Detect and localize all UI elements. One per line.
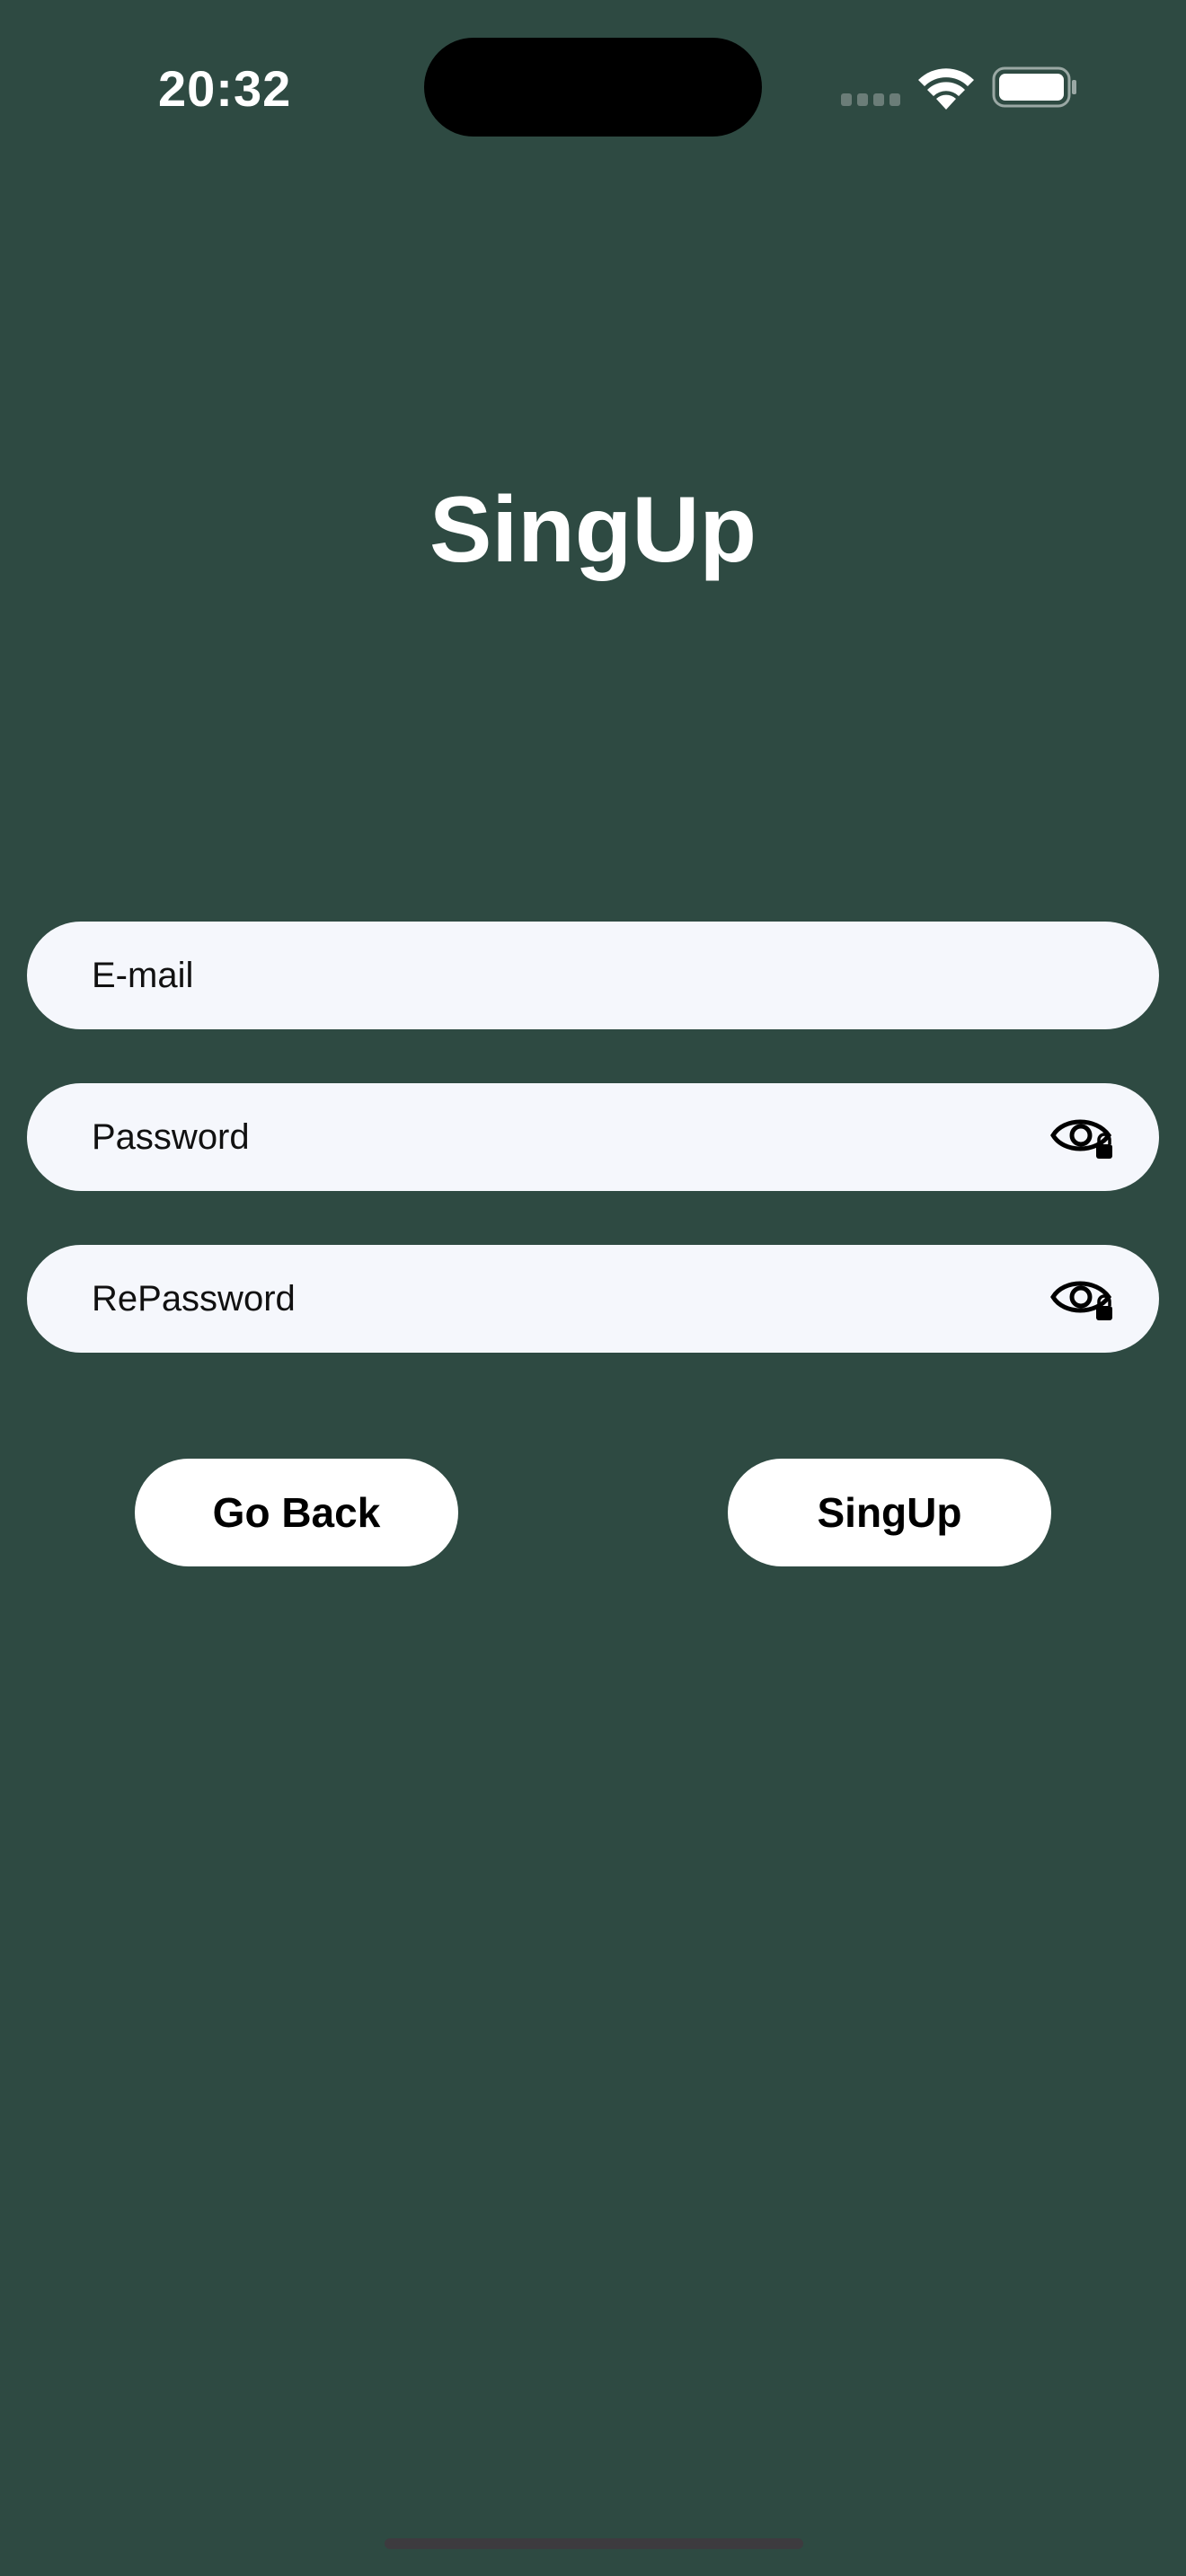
repassword-placeholder: RePassword <box>92 1279 296 1319</box>
eye-lock-icon[interactable] <box>1049 1272 1116 1326</box>
home-indicator[interactable] <box>385 2538 803 2549</box>
email-field[interactable]: E-mail <box>27 922 1159 1029</box>
page-title: SingUp <box>429 478 757 582</box>
repassword-field[interactable]: RePassword <box>27 1245 1159 1353</box>
wifi-icon <box>918 68 974 110</box>
signal-dots-icon <box>841 93 900 106</box>
signup-button[interactable]: SingUp <box>728 1459 1051 1566</box>
status-time: 20:32 <box>158 60 292 117</box>
go-back-button[interactable]: Go Back <box>135 1459 458 1566</box>
eye-lock-icon[interactable] <box>1049 1110 1116 1164</box>
dynamic-island <box>424 38 762 137</box>
password-field[interactable]: Password <box>27 1083 1159 1191</box>
email-placeholder: E-mail <box>92 956 194 995</box>
battery-icon <box>992 66 1076 108</box>
password-placeholder: Password <box>92 1117 250 1157</box>
